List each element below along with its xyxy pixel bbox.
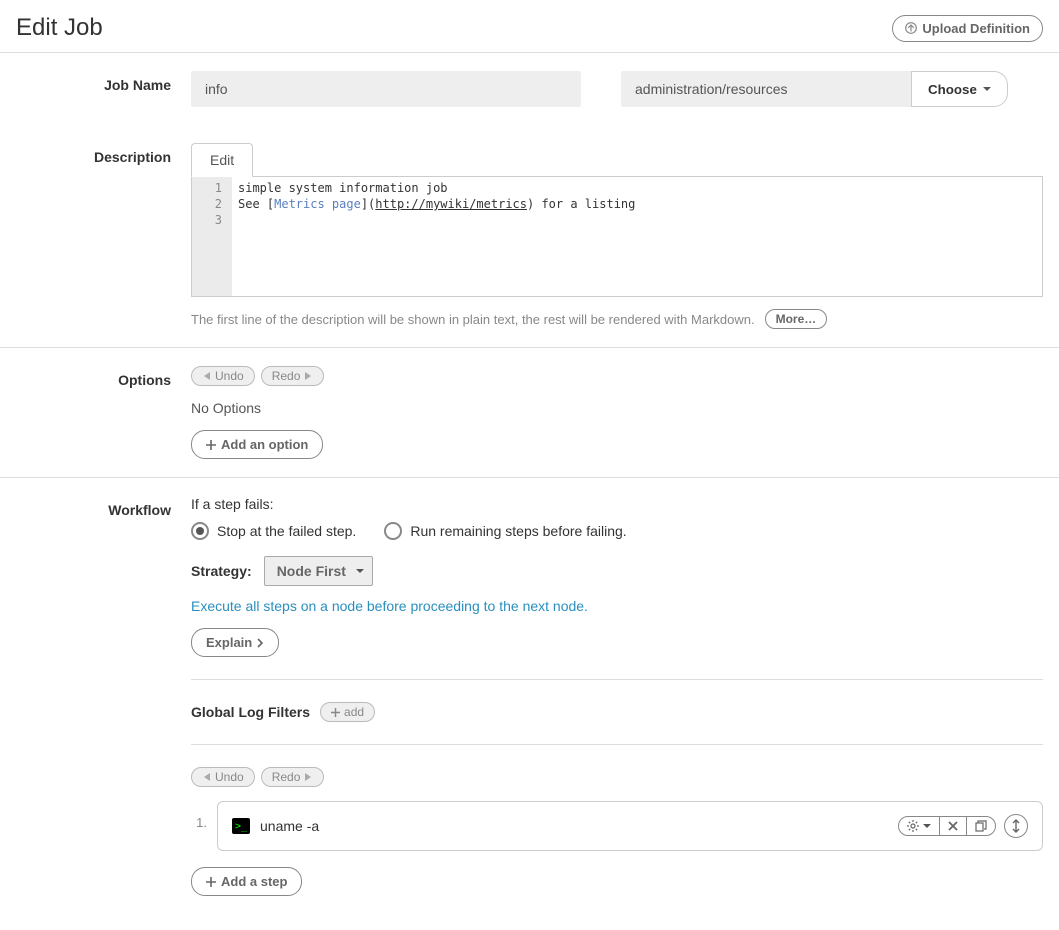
jobname-label: Job Name xyxy=(16,71,191,107)
terminal-icon: >_ xyxy=(232,818,250,834)
chevron-down-icon xyxy=(923,824,931,832)
vertical-arrows-icon xyxy=(1012,819,1020,833)
more-button[interactable]: More… xyxy=(765,309,828,329)
chevron-down-icon xyxy=(983,87,991,95)
forward-icon xyxy=(304,372,313,380)
wf-redo-button[interactable]: Redo xyxy=(261,767,325,787)
upload-icon xyxy=(905,22,917,34)
radio-unselected-icon xyxy=(384,522,402,540)
forward-icon xyxy=(304,773,313,781)
radio-selected-icon xyxy=(191,522,209,540)
undo-button[interactable]: Undo xyxy=(191,366,255,386)
chevron-right-icon xyxy=(257,638,264,648)
radio-run[interactable]: Run remaining steps before failing. xyxy=(384,522,626,540)
no-options-text: No Options xyxy=(191,400,1043,416)
strategy-label: Strategy: xyxy=(191,563,252,579)
add-log-filter-button[interactable]: add xyxy=(320,702,375,722)
plus-icon xyxy=(331,708,340,717)
group-chooser: Choose xyxy=(621,71,1008,107)
step-item[interactable]: >_ uname -a xyxy=(217,801,1043,851)
add-option-button[interactable]: Add an option xyxy=(191,430,323,459)
step-delete-button[interactable] xyxy=(940,817,967,835)
description-label: Description xyxy=(16,143,191,329)
redo-button[interactable]: Redo xyxy=(261,366,325,386)
step-command: uname -a xyxy=(260,818,319,834)
options-label: Options xyxy=(16,366,191,459)
plus-icon xyxy=(206,440,216,450)
add-step-button[interactable]: Add a step xyxy=(191,867,302,896)
jobname-input[interactable] xyxy=(191,71,581,107)
step-number: 1. xyxy=(191,801,207,830)
wf-undo-button[interactable]: Undo xyxy=(191,767,255,787)
choose-group-button[interactable]: Choose xyxy=(911,71,1008,107)
editor-gutter: 1 2 3 xyxy=(192,177,232,296)
step-settings-button[interactable] xyxy=(899,817,940,835)
step-controls xyxy=(898,816,996,836)
tab-edit[interactable]: Edit xyxy=(191,143,253,177)
gear-icon xyxy=(907,820,919,832)
step-move-button[interactable] xyxy=(1004,814,1028,838)
strategy-select[interactable]: Node First xyxy=(264,556,373,586)
editor-code[interactable]: simple system information job See [Metri… xyxy=(232,177,1042,296)
copy-icon xyxy=(975,820,987,832)
explain-button[interactable]: Explain xyxy=(191,628,279,657)
page-title: Edit Job xyxy=(16,14,103,42)
rewind-icon xyxy=(202,372,211,380)
description-hint: The first line of the description will b… xyxy=(191,312,755,327)
fail-question: If a step fails: xyxy=(191,496,1043,512)
global-log-filters-label: Global Log Filters xyxy=(191,704,310,720)
upload-definition-button[interactable]: Upload Definition xyxy=(892,15,1043,42)
workflow-label: Workflow xyxy=(16,496,191,896)
radio-stop[interactable]: Stop at the failed step. xyxy=(191,522,356,540)
step-copy-button[interactable] xyxy=(967,817,995,835)
close-icon xyxy=(948,821,958,831)
group-input[interactable] xyxy=(621,71,911,107)
strategy-description: Execute all steps on a node before proce… xyxy=(191,598,1043,614)
rewind-icon xyxy=(202,773,211,781)
plus-icon xyxy=(206,877,216,887)
description-editor[interactable]: 1 2 3 simple system information job See … xyxy=(191,177,1043,297)
